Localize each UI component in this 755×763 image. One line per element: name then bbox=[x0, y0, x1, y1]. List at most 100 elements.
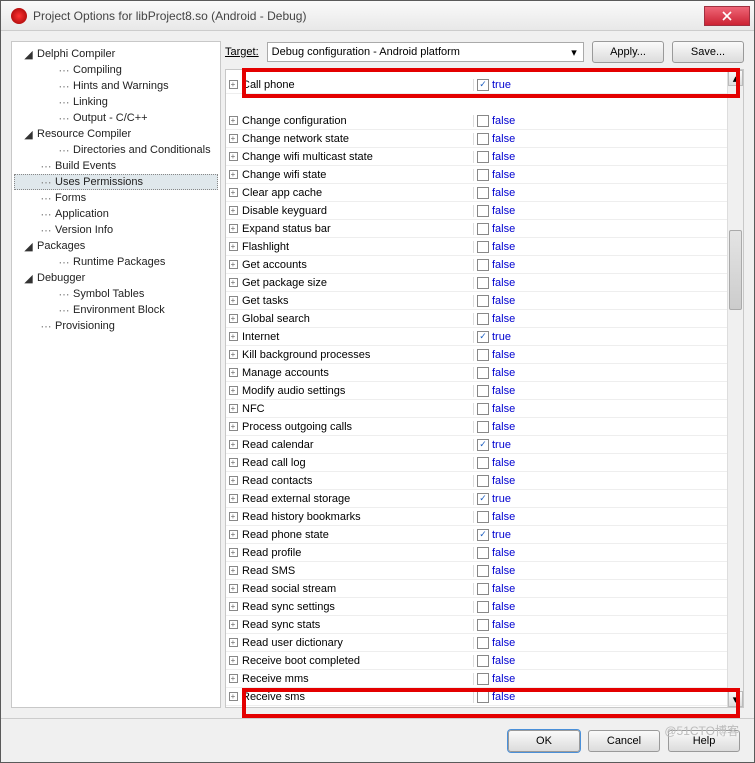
permission-value-cell[interactable]: ✓true bbox=[474, 331, 727, 343]
tree-item[interactable]: ⋯Output - C/C++ bbox=[14, 110, 218, 126]
permission-row[interactable]: +Read call logfalse bbox=[226, 454, 727, 472]
tree-item[interactable]: ⋯Version Info bbox=[14, 222, 218, 238]
expand-icon[interactable]: + bbox=[229, 152, 238, 161]
checkbox-unchecked[interactable] bbox=[477, 511, 489, 523]
permission-value-cell[interactable]: false bbox=[474, 475, 727, 487]
permission-value-cell[interactable]: false bbox=[474, 349, 727, 361]
expand-icon[interactable]: + bbox=[229, 206, 238, 215]
expand-icon[interactable]: + bbox=[229, 440, 238, 449]
permission-value-cell[interactable]: false bbox=[474, 313, 727, 325]
permission-row[interactable]: +Read SMSfalse bbox=[226, 562, 727, 580]
permission-row[interactable]: +Change wifi statefalse bbox=[226, 166, 727, 184]
permission-value-cell[interactable]: false bbox=[474, 241, 727, 253]
expand-icon[interactable]: + bbox=[229, 224, 238, 233]
tree-item[interactable]: ⋯Symbol Tables bbox=[14, 286, 218, 302]
checkbox-checked[interactable]: ✓ bbox=[477, 439, 489, 451]
checkbox-unchecked[interactable] bbox=[477, 259, 489, 271]
close-button[interactable] bbox=[704, 6, 750, 26]
target-dropdown[interactable]: Debug configuration - Android platform ▾ bbox=[267, 42, 584, 62]
scroll-down-icon[interactable]: ▾ bbox=[728, 691, 743, 707]
checkbox-unchecked[interactable] bbox=[477, 367, 489, 379]
vertical-scrollbar[interactable]: ▴ ▾ bbox=[727, 70, 743, 707]
checkbox-unchecked[interactable] bbox=[477, 349, 489, 361]
expand-icon[interactable]: + bbox=[229, 404, 238, 413]
permission-row[interactable]: +Read sync settingsfalse bbox=[226, 598, 727, 616]
permission-row[interactable]: +Process outgoing callsfalse bbox=[226, 418, 727, 436]
checkbox-unchecked[interactable] bbox=[477, 691, 489, 703]
expand-icon[interactable]: + bbox=[229, 80, 238, 89]
expand-icon[interactable]: + bbox=[229, 296, 238, 305]
permission-row[interactable]: +Disable keyguardfalse bbox=[226, 202, 727, 220]
expand-icon[interactable]: + bbox=[229, 476, 238, 485]
permission-value-cell[interactable]: false bbox=[474, 187, 727, 199]
expand-icon[interactable]: + bbox=[229, 494, 238, 503]
expand-icon[interactable]: + bbox=[229, 386, 238, 395]
permission-value-cell[interactable]: false bbox=[474, 169, 727, 181]
expand-icon[interactable]: + bbox=[229, 350, 238, 359]
permission-row[interactable]: +Read contactsfalse bbox=[226, 472, 727, 490]
permission-row[interactable]: +Receive boot completedfalse bbox=[226, 652, 727, 670]
tree-item[interactable]: ⋯Forms bbox=[14, 190, 218, 206]
permission-value-cell[interactable]: false bbox=[474, 385, 727, 397]
expand-icon[interactable]: + bbox=[229, 170, 238, 179]
permission-row[interactable]: +Kill background processesfalse bbox=[226, 346, 727, 364]
permission-row[interactable]: +Manage accountsfalse bbox=[226, 364, 727, 382]
checkbox-unchecked[interactable] bbox=[477, 187, 489, 199]
checkbox-unchecked[interactable] bbox=[477, 637, 489, 649]
expand-icon[interactable]: + bbox=[229, 278, 238, 287]
expand-icon[interactable]: + bbox=[229, 134, 238, 143]
nav-tree[interactable]: ◢Delphi Compiler⋯Compiling⋯Hints and War… bbox=[11, 41, 221, 708]
checkbox-unchecked[interactable] bbox=[477, 151, 489, 163]
expand-icon[interactable]: + bbox=[229, 692, 238, 701]
tree-item[interactable]: ⋯Compiling bbox=[14, 62, 218, 78]
permission-value-cell[interactable]: ✓true bbox=[474, 529, 727, 541]
permission-row[interactable]: +Call phone✓true bbox=[226, 76, 727, 94]
expand-icon[interactable]: + bbox=[229, 458, 238, 467]
permission-value-cell[interactable]: false bbox=[474, 133, 727, 145]
permission-row[interactable]: +Flashlightfalse bbox=[226, 238, 727, 256]
permission-value-cell[interactable]: ✓true bbox=[474, 493, 727, 505]
permission-row[interactable]: +Change wifi multicast statefalse bbox=[226, 148, 727, 166]
permission-row[interactable]: +Global searchfalse bbox=[226, 310, 727, 328]
tree-item[interactable]: ⋯Application bbox=[14, 206, 218, 222]
permission-row[interactable]: +Read phone state✓true bbox=[226, 526, 727, 544]
permission-value-cell[interactable]: false bbox=[474, 583, 727, 595]
permission-value-cell[interactable]: false bbox=[474, 547, 727, 559]
tree-item[interactable]: ◢Debugger bbox=[14, 270, 218, 286]
permission-value-cell[interactable]: false bbox=[474, 277, 727, 289]
scroll-up-icon[interactable]: ▴ bbox=[728, 70, 743, 86]
expand-icon[interactable]: + bbox=[229, 674, 238, 683]
permission-value-cell[interactable]: false bbox=[474, 223, 727, 235]
save-button[interactable]: Save... bbox=[672, 41, 744, 63]
checkbox-unchecked[interactable] bbox=[477, 223, 489, 235]
titlebar[interactable]: Project Options for libProject8.so (Andr… bbox=[1, 1, 754, 31]
checkbox-unchecked[interactable] bbox=[477, 457, 489, 469]
checkbox-unchecked[interactable] bbox=[477, 115, 489, 127]
permission-value-cell[interactable]: false bbox=[474, 511, 727, 523]
permission-value-cell[interactable]: false bbox=[474, 295, 727, 307]
expand-icon[interactable]: + bbox=[229, 512, 238, 521]
expand-icon[interactable]: + bbox=[229, 260, 238, 269]
checkbox-checked[interactable]: ✓ bbox=[477, 529, 489, 541]
permission-row[interactable]: +Read user dictionaryfalse bbox=[226, 634, 727, 652]
expand-icon[interactable]: + bbox=[229, 332, 238, 341]
permission-row[interactable]: +Read history bookmarksfalse bbox=[226, 508, 727, 526]
permission-value-cell[interactable]: false bbox=[474, 619, 727, 631]
permission-row[interactable]: +Receive smsfalse bbox=[226, 688, 727, 706]
expand-icon[interactable]: + bbox=[229, 584, 238, 593]
permission-value-cell[interactable]: false bbox=[474, 367, 727, 379]
checkbox-unchecked[interactable] bbox=[477, 547, 489, 559]
permission-value-cell[interactable]: ✓true bbox=[474, 439, 727, 451]
tree-item[interactable]: ⋯Build Events bbox=[14, 158, 218, 174]
tree-item[interactable]: ⋯Linking bbox=[14, 94, 218, 110]
expand-icon[interactable]: + bbox=[229, 368, 238, 377]
checkbox-unchecked[interactable] bbox=[477, 403, 489, 415]
permission-row[interactable]: +Read social streamfalse bbox=[226, 580, 727, 598]
checkbox-unchecked[interactable] bbox=[477, 295, 489, 307]
permission-row[interactable]: +NFCfalse bbox=[226, 400, 727, 418]
expand-icon[interactable]: + bbox=[229, 548, 238, 557]
permission-value-cell[interactable]: false bbox=[474, 637, 727, 649]
checkbox-unchecked[interactable] bbox=[477, 421, 489, 433]
checkbox-unchecked[interactable] bbox=[477, 313, 489, 325]
permission-row[interactable]: +Read calendar✓true bbox=[226, 436, 727, 454]
